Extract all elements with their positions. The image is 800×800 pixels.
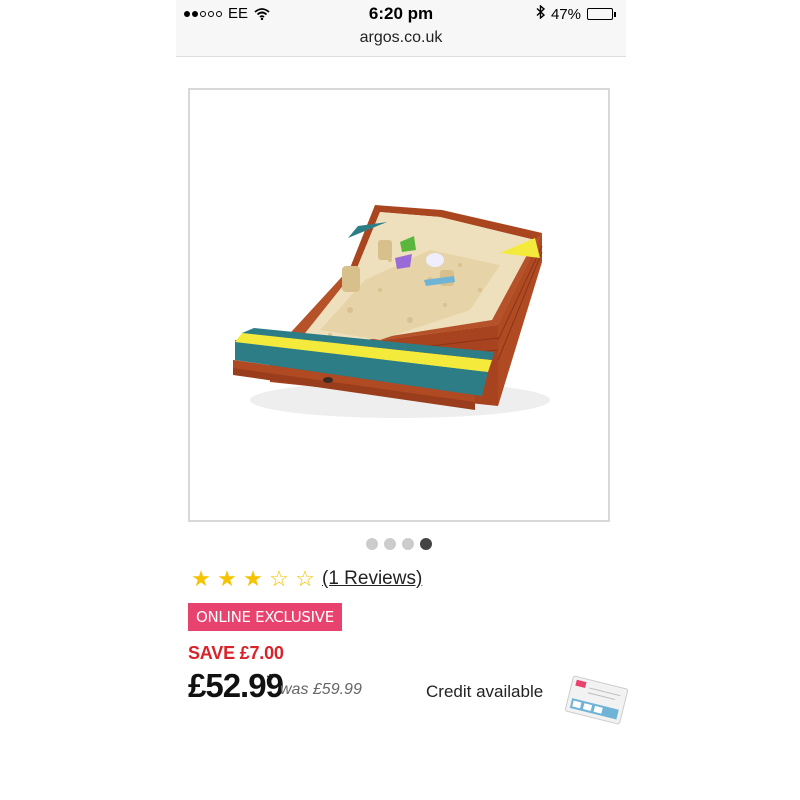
sandpit-product-image [233, 205, 550, 418]
credit-available-link[interactable]: Credit available [426, 682, 543, 702]
battery-percent: 47% [550, 5, 581, 23]
star-filled-icon: ★ [191, 566, 211, 591]
was-price: was £59.99 [280, 681, 362, 698]
star-filled-icon: ★ [243, 566, 263, 591]
save-amount: SAVE £7.00 [188, 643, 284, 663]
credit-card-icon[interactable] [564, 672, 628, 732]
star-rating: ★ ★ ★ ☆ ☆ (1 Reviews) [188, 568, 422, 590]
star-filled-icon: ★ [217, 566, 237, 591]
carousel-dot[interactable] [384, 538, 396, 550]
carousel-dot[interactable] [402, 538, 414, 550]
carousel-dot[interactable] [366, 538, 378, 550]
stars-group: ★ ★ ★ ☆ ☆ [188, 568, 318, 590]
carousel-dot[interactable] [420, 538, 432, 550]
battery-icon [587, 8, 616, 20]
status-bar: EE 6:20 pm 47% argos.co.uk [176, 0, 626, 57]
product-image-frame[interactable] [188, 88, 610, 522]
reviews-link[interactable]: (1 Reviews) [322, 568, 422, 590]
online-exclusive-badge: ONLINE EXCLUSIVE [188, 603, 342, 631]
phone-screen: EE 6:20 pm 47% argos.co.uk ★ ★ ★ ☆ ☆ (1 … [176, 0, 628, 800]
bluetooth-icon [536, 4, 546, 23]
image-carousel-dots[interactable] [366, 538, 432, 550]
price-asterisk: * [267, 672, 274, 689]
star-empty-icon: ☆ [295, 566, 315, 591]
star-empty-icon: ☆ [269, 566, 289, 591]
battery-status: 47% [536, 4, 616, 23]
address-bar-url[interactable]: argos.co.uk [176, 29, 626, 47]
